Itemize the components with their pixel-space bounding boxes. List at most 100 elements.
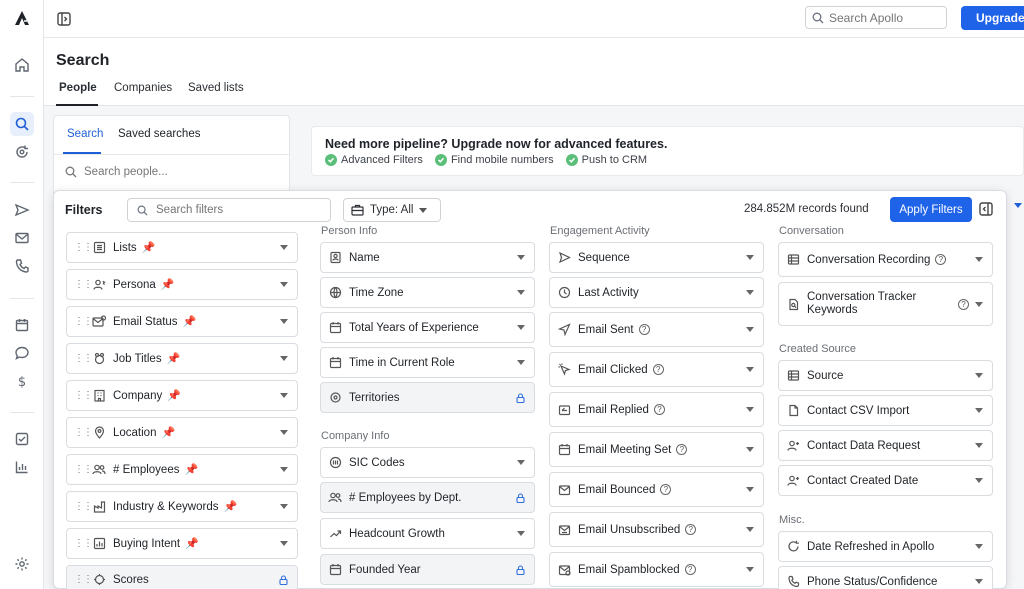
mail-icon[interactable] [10,226,34,250]
pin-icon[interactable]: 📌 [184,463,198,476]
caret-down-icon[interactable] [746,527,754,532]
tab-search[interactable]: Search [67,128,103,140]
filter-row[interactable]: Last Activity [549,277,764,308]
filter-row[interactable]: Name [320,242,535,273]
caret-down-icon[interactable] [975,579,983,584]
filter-row[interactable]: Date Refreshed in Apollo [778,531,993,562]
help-icon[interactable]: ? [638,324,650,335]
caret-down-icon[interactable] [280,393,288,398]
filter-row[interactable]: Time in Current Role [320,347,535,378]
filter-row[interactable]: Contact CSV Import [778,395,993,426]
caret-down-icon[interactable] [517,290,525,295]
filter-row[interactable]: ⋮⋮ Scores [66,565,298,589]
caret-down-icon[interactable] [975,301,983,307]
filter-search-input[interactable] [156,204,316,216]
filter-row[interactable]: Contact Data Request [778,430,993,461]
help-icon[interactable]: ? [958,298,969,310]
caret-down-icon[interactable] [746,255,754,260]
filter-row[interactable]: Founded Year [320,554,535,585]
sidebar-toggle-icon[interactable] [56,11,72,27]
filter-row[interactable]: ⋮⋮ Location 📌 [66,417,298,448]
filter-row[interactable]: ⋮⋮ Email Status 📌 [66,306,298,337]
phone-icon[interactable] [10,254,34,278]
filter-row[interactable]: Email Bounced? [549,472,764,507]
caret-down-icon[interactable] [517,325,525,330]
filter-row[interactable]: Source [778,360,993,391]
filter-row[interactable]: Contact Created Date [778,465,993,496]
dollar-icon[interactable]: $ [10,369,34,393]
help-icon[interactable]: ? [660,484,672,495]
filter-row[interactable]: ⋮⋮ Job Titles 📌 [66,343,298,374]
pin-icon[interactable]: 📌 [167,389,181,402]
pin-icon[interactable]: 📌 [167,352,181,365]
help-icon[interactable]: ? [676,444,688,455]
pin-icon[interactable]: 📌 [223,500,237,513]
filter-search-box[interactable] [127,198,331,222]
drag-handle-icon[interactable]: ⋮⋮ [74,316,93,327]
filter-row[interactable]: # Employees by Dept. [320,482,535,513]
panel-layout-icon[interactable] [978,201,994,217]
drag-handle-icon[interactable]: ⋮⋮ [74,464,93,475]
help-icon[interactable]: ? [684,564,696,575]
apollo-logo-icon[interactable] [10,6,34,30]
send-icon[interactable] [10,198,34,222]
pin-icon[interactable]: 📌 [142,241,156,254]
caret-down-icon[interactable] [280,467,288,472]
drag-handle-icon[interactable]: ⋮⋮ [74,501,93,512]
analytics-icon[interactable] [10,455,34,479]
caret-down-icon[interactable] [746,367,754,372]
filter-row[interactable]: ⋮⋮ # Employees 📌 [66,454,298,485]
filter-row[interactable]: Email Meeting Set? [549,432,764,467]
apply-filters-button[interactable]: Apply Filters [890,197,972,222]
drag-handle-icon[interactable]: ⋮⋮ [74,427,93,438]
drag-handle-icon[interactable]: ⋮⋮ [74,242,93,253]
tab-companies[interactable]: Companies [114,82,172,94]
tab-saved-lists[interactable]: Saved lists [188,82,244,94]
filter-row[interactable]: ⋮⋮ Industry & Keywords 📌 [66,491,298,522]
caret-down-icon[interactable] [746,327,754,332]
filter-row[interactable]: ⋮⋮ Buying Intent 📌 [66,528,298,559]
refresh-search-icon[interactable] [10,140,34,164]
filter-row[interactable]: Total Years of Experience [320,312,535,343]
search-nav-icon[interactable] [10,112,34,136]
caret-down-icon[interactable] [746,447,754,452]
caret-down-icon[interactable] [280,504,288,509]
filter-row[interactable]: Email Spamblocked? [549,552,764,587]
filter-row[interactable]: Time Zone [320,277,535,308]
tasks-icon[interactable] [10,427,34,451]
chevron-down-icon[interactable] [1014,203,1022,209]
settings-gear-icon[interactable] [10,552,34,576]
caret-down-icon[interactable] [280,356,288,361]
upgrade-button[interactable]: Upgrade [961,6,1024,30]
caret-down-icon[interactable] [517,460,525,465]
chat-icon[interactable] [10,341,34,365]
caret-down-icon[interactable] [975,544,983,549]
help-icon[interactable]: ? [685,524,697,535]
pin-icon[interactable]: 📌 [185,537,199,550]
drag-handle-icon[interactable]: ⋮⋮ [74,353,93,364]
help-icon[interactable]: ? [935,254,947,265]
filter-row[interactable]: Conversation Recording? [778,242,993,277]
caret-down-icon[interactable] [280,245,288,250]
caret-down-icon[interactable] [746,407,754,412]
help-icon[interactable]: ? [652,364,664,375]
people-search-input[interactable] [84,166,264,178]
global-search-box[interactable] [805,6,947,29]
caret-down-icon[interactable] [975,408,983,413]
caret-down-icon[interactable] [280,430,288,435]
caret-down-icon[interactable] [746,290,754,295]
caret-down-icon[interactable] [746,567,754,572]
caret-down-icon[interactable] [517,255,525,260]
caret-down-icon[interactable] [975,257,983,262]
caret-down-icon[interactable] [975,373,983,378]
filter-row[interactable]: Email Sent? [549,312,764,347]
caret-down-icon[interactable] [746,487,754,492]
filter-row[interactable]: Email Unsubscribed? [549,512,764,547]
filter-row[interactable]: Headcount Growth [320,518,535,549]
calendar-icon[interactable] [10,313,34,337]
tab-people[interactable]: People [59,82,97,94]
drag-handle-icon[interactable]: ⋮⋮ [74,279,93,290]
caret-down-icon[interactable] [280,319,288,324]
help-icon[interactable]: ? [653,404,665,415]
filter-row[interactable]: SIC Codes [320,447,535,478]
